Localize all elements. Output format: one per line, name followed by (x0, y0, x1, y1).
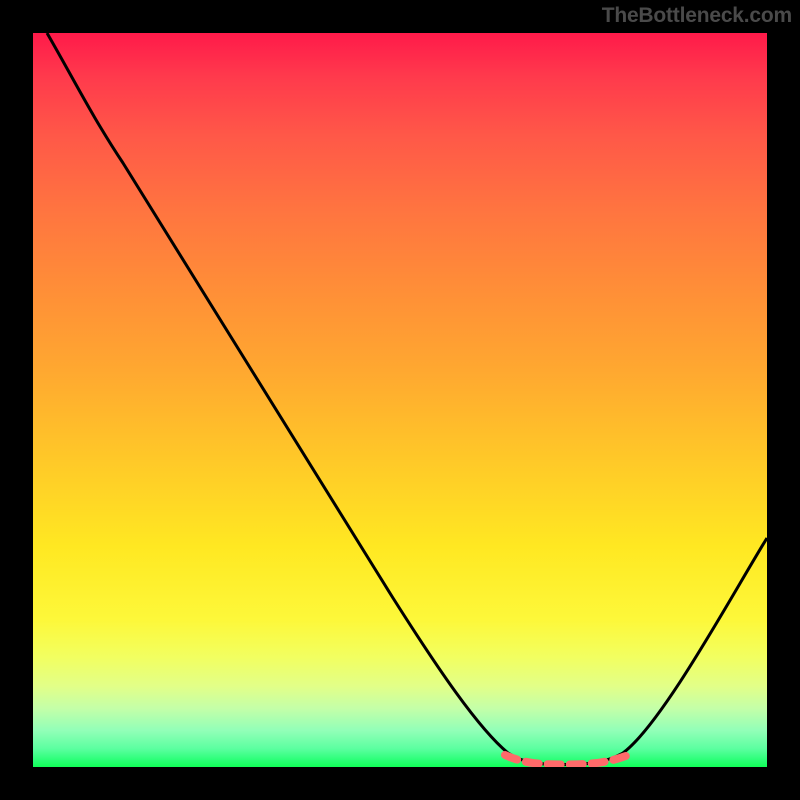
watermark-text: TheBottleneck.com (602, 4, 792, 28)
main-curve (47, 33, 767, 765)
plot-area (33, 33, 767, 767)
highlight-segment (505, 754, 631, 765)
chart-svg (33, 33, 767, 767)
